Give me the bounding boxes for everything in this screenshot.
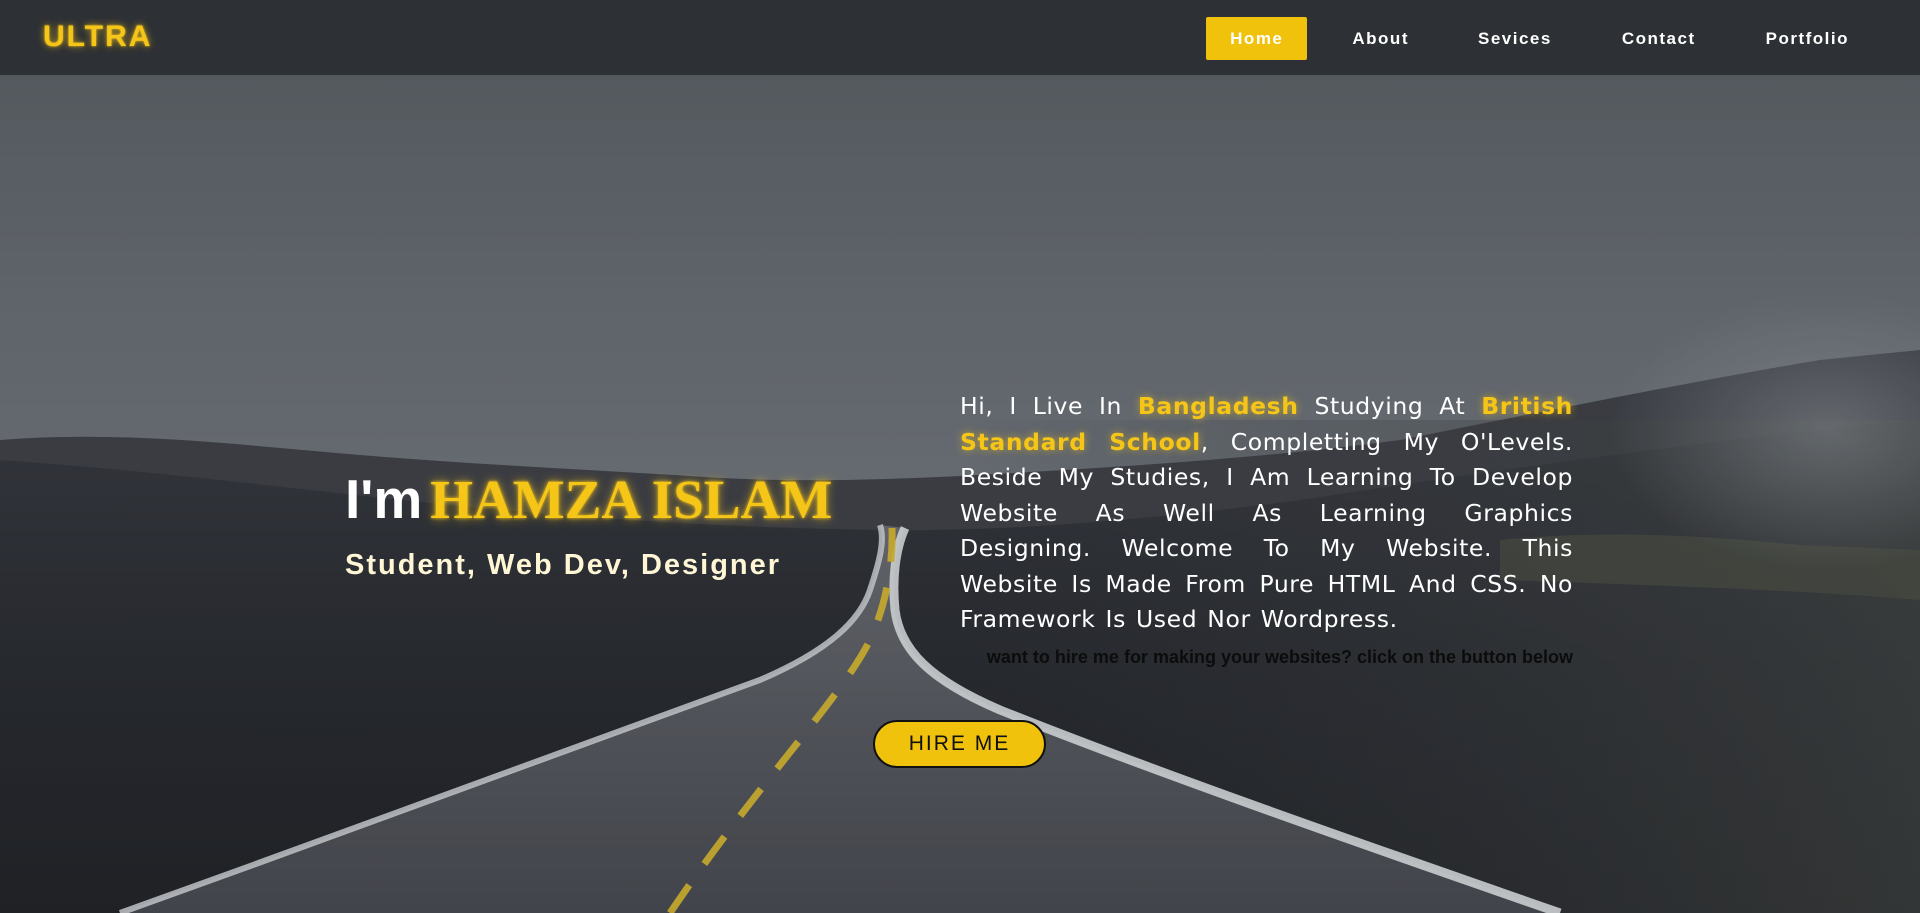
nav-link-contact[interactable]: Contact [1598, 17, 1720, 60]
top-navbar: ULTRA Home About Sevices Contact Portfol… [0, 0, 1920, 75]
nav-link-services[interactable]: Sevices [1454, 17, 1576, 60]
bio-text-part2: Studying At [1298, 392, 1482, 420]
bio-text-part3: , Completting My O'Levels. Beside My Stu… [960, 427, 1573, 634]
hero-heading: I'm HAMZA ISLAM [345, 469, 833, 530]
nav-link-about[interactable]: About [1328, 17, 1433, 60]
nav-link-portfolio[interactable]: Portfolio [1742, 17, 1873, 60]
bio-text-part1: Hi, I Live In [960, 392, 1138, 420]
hero-roles: Student, Web Dev, Designer [345, 549, 782, 581]
hire-prompt: want to hire me for making your websites… [986, 647, 1573, 667]
hero-name-highlight: HAMZA ISLAM [430, 469, 833, 530]
hire-me-button[interactable]: HIRE ME [873, 720, 1046, 768]
bio-paragraph: Hi, I Live In Bangladesh Studying At Bri… [960, 389, 1573, 638]
nav-link-home[interactable]: Home [1206, 17, 1308, 60]
nav-links: Home About Sevices Contact Portfolio [1206, 17, 1920, 60]
hero-greeting: I'm [345, 468, 423, 530]
site-logo[interactable]: ULTRA [43, 20, 152, 54]
bio-country-highlight: Bangladesh [1137, 392, 1299, 420]
